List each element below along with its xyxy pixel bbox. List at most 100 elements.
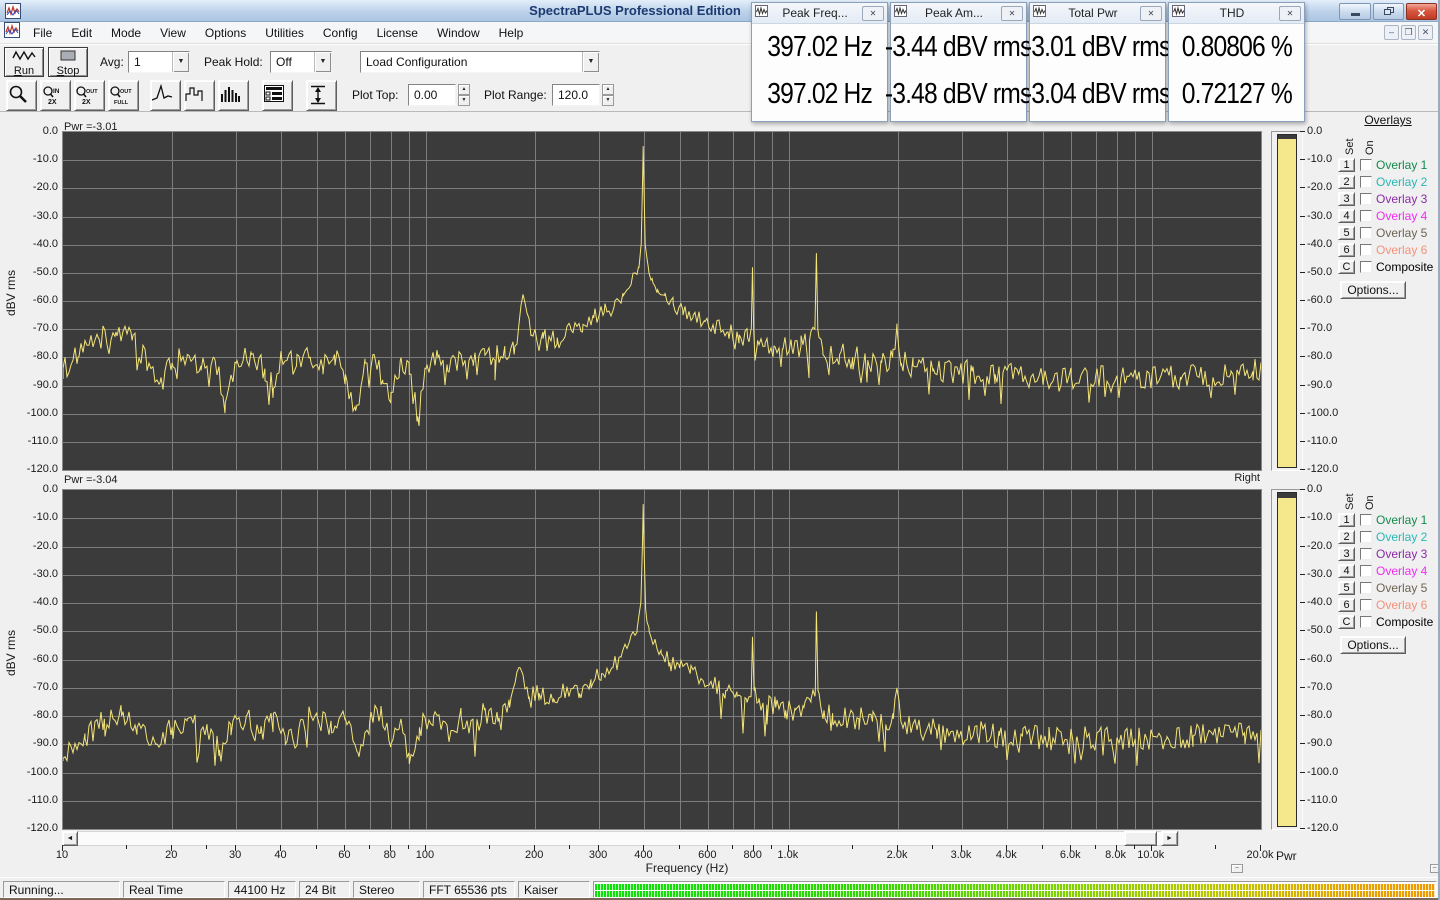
overlay-options-button[interactable]: Options... <box>1340 281 1406 299</box>
overlay-options-button[interactable]: Options... <box>1340 636 1406 654</box>
x-tick-label: 4.0k <box>995 849 1017 861</box>
spectrum-plot-left[interactable] <box>62 131 1262 471</box>
overlay-set-button-3[interactable]: 3 <box>1338 547 1355 561</box>
bar-plot-button[interactable] <box>218 80 249 111</box>
menu-view[interactable]: View <box>151 23 196 43</box>
scroll-left-button[interactable]: ◄ <box>62 831 78 846</box>
overlay-on-checkbox[interactable] <box>1360 531 1372 543</box>
zoom-out-2x-button[interactable]: OUT 2X <box>74 80 105 111</box>
horizontal-scrollbar[interactable]: ◄ ► <box>62 831 1179 846</box>
overlay-on-checkbox[interactable] <box>1360 210 1372 222</box>
menu-file[interactable]: File <box>24 23 62 43</box>
overlay-on-checkbox[interactable] <box>1360 514 1372 526</box>
overlay-on-checkbox[interactable] <box>1360 193 1372 205</box>
panel-close-icon[interactable]: ✕ <box>1140 5 1162 21</box>
line-plot-button[interactable] <box>150 80 181 111</box>
overlay-label: Overlay 1 <box>1376 158 1428 172</box>
y-tick-label: -80.0 <box>32 350 58 363</box>
panel-titlebar[interactable]: Peak Freq... ✕ <box>752 3 887 24</box>
chevron-down-icon[interactable]: ▼ <box>172 52 189 72</box>
menu-license[interactable]: License <box>368 23 428 43</box>
scrollbar-thumb[interactable] <box>1124 831 1157 846</box>
spin-up-icon[interactable]: ▲ <box>458 84 470 95</box>
zoom-in-2x-button[interactable]: IN 2X <box>40 80 71 111</box>
y-tick-label: -70.0 <box>1307 322 1333 335</box>
panel-titlebar[interactable]: Total Pwr ✕ <box>1030 3 1165 24</box>
overlay-set-button-4[interactable]: 4 <box>1338 209 1355 223</box>
panel-close-icon[interactable]: ✕ <box>862 5 884 21</box>
overlay-set-button-2[interactable]: 2 <box>1338 530 1355 544</box>
spin-down-icon[interactable]: ▼ <box>458 95 470 106</box>
menu-config[interactable]: Config <box>314 23 368 43</box>
overlay-on-checkbox[interactable] <box>1360 261 1372 273</box>
overlay-set-button-1[interactable]: 1 <box>1338 158 1355 172</box>
peak-hold-combo[interactable]: Off ▼ <box>270 51 332 73</box>
overlay-set-button-6[interactable]: 6 <box>1338 243 1355 257</box>
chevron-down-icon[interactable]: ▼ <box>582 52 599 72</box>
step-plot-button[interactable] <box>184 80 215 111</box>
x-tick-label: 3.0k <box>950 849 972 861</box>
y-tick-mark <box>1300 517 1305 519</box>
panel-value-left: -3.44 dBV rms <box>885 24 1032 71</box>
load-configuration-combo[interactable]: Load Configuration ▼ <box>360 51 600 73</box>
restore-button[interactable] <box>1373 3 1404 20</box>
overlay-on-checkbox[interactable] <box>1360 599 1372 611</box>
menu-edit[interactable]: Edit <box>62 23 102 43</box>
y-tick-label: -70.0 <box>1307 680 1333 693</box>
menu-help[interactable]: Help <box>490 23 534 43</box>
plot-top-spinner[interactable]: ▲ ▼ <box>458 84 470 106</box>
panel-titlebar[interactable]: THD ✕ <box>1169 3 1304 24</box>
overlay-on-checkbox[interactable] <box>1360 616 1372 628</box>
overlay-set-button-c[interactable]: C <box>1338 615 1355 629</box>
overlay-on-checkbox[interactable] <box>1360 176 1372 188</box>
plot-range-spinner[interactable]: ▲ ▼ <box>602 84 614 106</box>
plot-range-input[interactable]: 120.0 <box>552 84 600 106</box>
menu-mode[interactable]: Mode <box>102 23 151 43</box>
overlay-set-button-3[interactable]: 3 <box>1338 192 1355 206</box>
scroll-right-button[interactable]: ► <box>1161 831 1178 846</box>
stop-button[interactable]: Stop <box>48 47 88 77</box>
overlay-on-checkbox[interactable] <box>1360 159 1372 171</box>
minimize-button[interactable] <box>1339 3 1371 20</box>
overlay-on-checkbox[interactable] <box>1360 565 1372 577</box>
svg-text:FULL: FULL <box>114 100 129 106</box>
overlay-set-button-1[interactable]: 1 <box>1338 513 1355 527</box>
overlay-set-button-6[interactable]: 6 <box>1338 598 1355 612</box>
menu-options[interactable]: Options <box>196 23 256 43</box>
menu-utilities[interactable]: Utilities <box>256 23 314 43</box>
mdi-close-button[interactable]: ✕ <box>1418 25 1433 40</box>
display-settings-button[interactable] <box>262 80 293 111</box>
close-button[interactable]: ✕ <box>1406 3 1437 20</box>
spin-up-icon[interactable]: ▲ <box>602 84 614 95</box>
run-button[interactable]: Run <box>4 47 44 77</box>
spin-minus-box[interactable]: – <box>1231 864 1243 873</box>
overlay-set-button-4[interactable]: 4 <box>1338 564 1355 578</box>
panel-close-icon[interactable]: ✕ <box>1001 5 1023 21</box>
overlay-on-checkbox[interactable] <box>1360 582 1372 594</box>
mdi-minimize-button[interactable]: – <box>1384 25 1399 40</box>
panel-close-icon[interactable]: ✕ <box>1279 5 1301 21</box>
overlay-on-checkbox[interactable] <box>1360 548 1372 560</box>
overlay-on-checkbox[interactable] <box>1360 244 1372 256</box>
y-tick-mark <box>1300 300 1305 301</box>
overlay-on-checkbox[interactable] <box>1360 227 1372 239</box>
chevron-down-icon[interactable]: ▼ <box>314 52 331 72</box>
vertical-scale-button[interactable] <box>306 80 337 111</box>
pwr-readout-bottom: Pwr =-3.04 <box>64 474 118 486</box>
mdi-restore-button[interactable]: ❐ <box>1401 25 1416 40</box>
overlay-set-button-2[interactable]: 2 <box>1338 175 1355 189</box>
menu-window[interactable]: Window <box>428 23 490 43</box>
y-tick-label: -70.0 <box>32 680 58 693</box>
zoom-button[interactable] <box>6 80 37 111</box>
avg-combo[interactable]: 1 ▼ <box>128 51 190 73</box>
y-tick-label: -60.0 <box>1307 294 1333 306</box>
overlay-set-button-5[interactable]: 5 <box>1338 226 1355 240</box>
spectrum-plot-right[interactable] <box>62 489 1262 830</box>
y-tick-label: -20.0 <box>1307 181 1333 194</box>
panel-titlebar[interactable]: Peak Am... ✕ <box>891 3 1026 24</box>
overlay-set-button-c[interactable]: C <box>1338 260 1355 274</box>
plot-top-input[interactable]: 0.00 <box>408 84 456 106</box>
zoom-out-full-button[interactable]: OUT FULL <box>108 80 139 111</box>
spin-down-icon[interactable]: ▼ <box>602 95 614 106</box>
overlay-set-button-5[interactable]: 5 <box>1338 581 1355 595</box>
